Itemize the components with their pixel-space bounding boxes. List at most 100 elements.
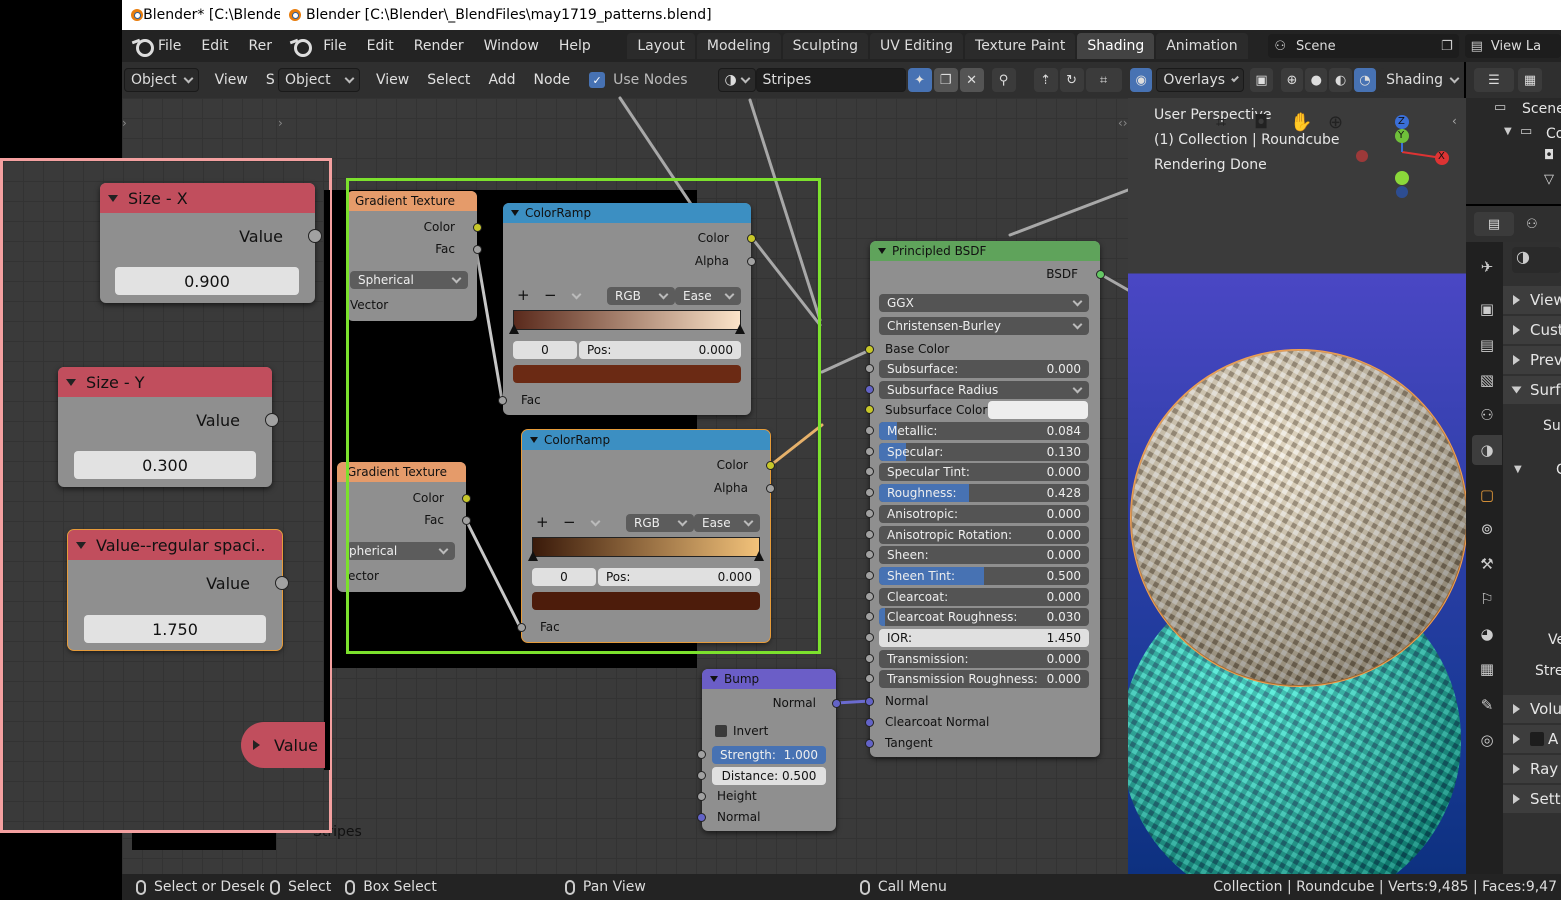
input-socket[interactable] — [865, 633, 874, 642]
panel-volume[interactable]: Volu — [1503, 695, 1561, 723]
input-clearcoat-normal-socket[interactable] — [865, 718, 874, 727]
input-height-socket[interactable] — [697, 792, 706, 801]
bsdf-field-clearcoat-roughness[interactable]: Clearcoat Roughness: 0.030 — [879, 608, 1089, 626]
input-distance-socket[interactable] — [697, 771, 706, 780]
bsdf-field-specular-tint[interactable]: Specular Tint: 0.000 — [879, 463, 1089, 481]
data-tab-icon[interactable]: ◕ — [1472, 619, 1502, 649]
input-socket[interactable] — [865, 467, 874, 476]
input-strength-socket[interactable] — [697, 750, 706, 759]
input-socket[interactable] — [865, 571, 874, 580]
camera-object-icon[interactable]: ◘ — [1544, 148, 1554, 163]
surface-subpanel-triangle-icon[interactable]: ▼ — [1514, 464, 1522, 475]
input-base-color-socket[interactable] — [865, 345, 874, 354]
bsdf-field-anisotropic[interactable]: Anisotropic: 0.000 — [879, 505, 1089, 523]
input-socket[interactable] — [865, 488, 874, 497]
input-socket[interactable] — [865, 530, 874, 539]
node-header[interactable]: Size - X — [100, 183, 315, 213]
bone-tab-icon[interactable]: ✎ — [1472, 690, 1502, 720]
node-header[interactable]: Bump — [702, 669, 836, 689]
size-y-value-node[interactable]: Size - Y Value 0.300 — [58, 367, 279, 487]
regular-spacing-value-field[interactable]: 1.750 — [84, 615, 266, 643]
output-value-socket[interactable] — [265, 413, 279, 427]
size-x-value-field[interactable]: 0.900 — [115, 267, 299, 295]
tool-tab-icon[interactable]: ✈ — [1472, 252, 1502, 282]
node-header[interactable]: Value--regular spaci.. — [68, 530, 282, 560]
outliner-editor-type-icon[interactable]: ☰ — [1474, 68, 1514, 92]
input-tangent-socket[interactable] — [865, 739, 874, 748]
bsdf-field-specular[interactable]: Specular: 0.130 — [879, 443, 1089, 461]
collapse-triangle-icon[interactable] — [66, 378, 76, 386]
panel-viewport-display[interactable]: View — [1503, 286, 1561, 314]
outliner-filter-icon[interactable]: ▦ — [1518, 68, 1542, 92]
outliner-panel[interactable]: ▭ Scene ▼ ▭ Co ◘ ▽ — [1466, 98, 1561, 204]
bsdf-field-clearcoat[interactable]: Clearcoat: 0.000 — [879, 588, 1089, 606]
modifier-tab-icon[interactable]: ⊚ — [1472, 514, 1502, 544]
distance-field[interactable]: Distance: 0.500 — [712, 767, 826, 785]
physics-tab-icon[interactable]: ◎ — [1472, 725, 1502, 755]
collapse-triangle-icon[interactable] — [710, 676, 718, 682]
output-bsdf-socket[interactable] — [1096, 270, 1105, 279]
expand-triangle-icon[interactable] — [253, 740, 260, 750]
constraints-tab-icon[interactable]: ⚐ — [1472, 584, 1502, 614]
bsdf-field-roughness[interactable]: Roughness: 0.428 — [879, 484, 1089, 502]
solid-shading-icon[interactable]: ● — [1305, 68, 1328, 92]
overlays-dropdown[interactable]: Overlays — [1156, 68, 1245, 92]
outliner-collection-label[interactable]: Co — [1546, 126, 1561, 142]
distribution-dropdown[interactable]: GGX — [879, 294, 1089, 312]
input-socket[interactable] — [865, 426, 874, 435]
rendered-shading-icon[interactable]: ◔ — [1353, 68, 1377, 92]
bsdf-field-transmission[interactable]: Transmission: 0.000 — [879, 650, 1089, 668]
output-value-socket[interactable] — [275, 576, 289, 590]
camera-view-icon[interactable]: ◘ — [1254, 112, 1268, 133]
input-normal-socket[interactable] — [697, 813, 706, 822]
grid-toggle-icon[interactable]: ⌗ — [1216, 112, 1226, 133]
regular-spacing-value-node[interactable]: Value--regular spaci.. Value 1.750 — [68, 530, 289, 650]
output-value-socket[interactable] — [308, 229, 322, 243]
collapse-triangle-icon[interactable] — [108, 194, 118, 202]
view-layer-tab-icon[interactable]: ▧ — [1472, 365, 1502, 395]
wireframe-shading-icon[interactable]: ⊕ — [1280, 68, 1304, 92]
material-shading-icon[interactable]: ◐ — [1329, 68, 1352, 92]
collapsed-value-node[interactable]: Value — [241, 722, 325, 768]
outliner-expand-icon[interactable]: ▼ — [1504, 126, 1512, 137]
light-object-icon[interactable]: ▽ — [1544, 172, 1554, 187]
xray-toggle-icon[interactable]: ▣ — [1250, 68, 1273, 92]
input-socket[interactable] — [865, 674, 874, 683]
zoom-icon[interactable]: ⊕ — [1328, 112, 1343, 133]
input-socket[interactable] — [865, 447, 874, 456]
input-normal-socket[interactable] — [865, 697, 874, 706]
input-socket[interactable] — [865, 654, 874, 663]
bsdf-field-transmission-roughness[interactable]: Transmission Roughness: 0.000 — [879, 670, 1089, 688]
strength-field[interactable]: Strength: 1.000 — [712, 746, 826, 764]
bsdf-field-ior[interactable]: IOR: 1.450 — [879, 629, 1089, 647]
input-subsurface-color-socket[interactable] — [865, 405, 874, 414]
pan-hand-icon[interactable]: ✋ — [1290, 112, 1312, 133]
outliner-scene-label[interactable]: Scene — [1522, 101, 1561, 117]
panel-ambient-occlusion[interactable]: A — [1503, 725, 1561, 753]
output-normal-socket[interactable] — [832, 699, 841, 708]
texture-tab-icon[interactable]: ▦ — [1472, 654, 1502, 684]
material-slot-selector[interactable]: ◑ — [1512, 247, 1561, 273]
principled-bsdf-node[interactable]: Principled BSDF BSDF GGX Christensen-Bur… — [865, 241, 1105, 757]
input-socket[interactable] — [865, 364, 874, 373]
scene-tab-icon[interactable]: ⚇ — [1472, 400, 1502, 430]
subsurface-radius-dropdown[interactable]: Subsurface Radius — [879, 381, 1089, 399]
input-socket[interactable] — [865, 612, 874, 621]
node-header[interactable]: Size - Y — [58, 367, 272, 397]
panel-settings[interactable]: Setti — [1503, 785, 1561, 813]
bsdf-field-metallic[interactable]: Metallic: 0.084 — [879, 422, 1089, 440]
subsurface-color-swatch[interactable] — [988, 401, 1088, 419]
bsdf-field-anisotropic-rotation[interactable]: Anisotropic Rotation: 0.000 — [879, 526, 1089, 544]
bsdf-field-sheen-tint[interactable]: Sheen Tint: 0.500 — [879, 567, 1089, 585]
world-tab-icon[interactable]: ◑ — [1472, 435, 1502, 465]
viewport-overlays-toggle-icon[interactable]: ◉ — [1130, 68, 1153, 92]
panel-checkbox[interactable] — [1530, 732, 1544, 746]
viewport-canvas[interactable]: User Perspective (1) Collection | Roundc… — [1128, 98, 1466, 874]
panel-custom-properties[interactable]: Cust — [1503, 316, 1561, 344]
object-tab-icon[interactable]: ▢ — [1472, 480, 1502, 510]
size-x-value-node[interactable]: Size - X Value 0.900 — [100, 183, 322, 303]
properties-pin-icon[interactable]: ⚇ — [1526, 217, 1538, 232]
panel-surface[interactable]: Surfa — [1503, 376, 1561, 404]
input-socket[interactable] — [865, 550, 874, 559]
input-socket[interactable] — [865, 592, 874, 601]
